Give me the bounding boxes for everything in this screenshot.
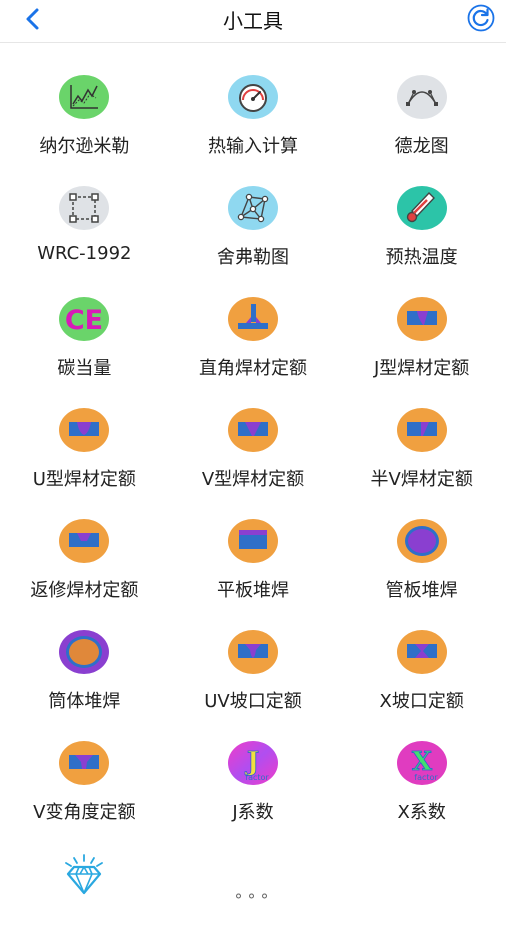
tool-x-factor[interactable]: X factor X系数	[337, 710, 506, 823]
chart-line-icon	[58, 74, 110, 120]
more-tools[interactable]: ∘∘∘	[169, 821, 338, 932]
j-groove-icon	[396, 296, 448, 342]
x-factor-subtext: factor	[414, 773, 438, 782]
half-v-groove-icon	[396, 407, 448, 453]
tool-uv-groove[interactable]: UV坡口定额	[169, 599, 338, 712]
page-title: 小工具	[223, 9, 283, 33]
tool-flat-overlay[interactable]: 平板堆焊	[169, 488, 338, 601]
app-header: 小工具	[0, 0, 506, 43]
tool-label: WRC-1992	[37, 243, 132, 264]
refresh-button[interactable]	[466, 3, 496, 33]
tool-u-groove[interactable]: U型焊材定额	[0, 377, 169, 490]
tool-heat-input[interactable]: 热输入计算	[169, 44, 338, 157]
tubesheet-overlay-icon	[396, 518, 448, 564]
selection-square-icon	[58, 185, 110, 231]
gauge-icon	[227, 74, 279, 120]
tool-v-groove[interactable]: V型焊材定额	[169, 377, 338, 490]
flat-overlay-icon	[227, 518, 279, 564]
tool-tubesheet-overlay[interactable]: 管板堆焊	[337, 488, 506, 601]
x-factor-icon: X factor	[396, 740, 448, 786]
uv-groove-icon	[227, 629, 279, 675]
more-dots: ∘∘∘	[233, 886, 273, 905]
tool-carbon-equivalent[interactable]: CE 碳当量	[0, 266, 169, 379]
refresh-icon	[467, 4, 495, 32]
tool-wrc-1992[interactable]: WRC-1992	[0, 155, 169, 266]
tool-v-angle[interactable]: V变角度定额	[0, 710, 169, 823]
tool-schaeffler[interactable]: 舍弗勒图	[169, 155, 338, 268]
ce-icon-text: CE	[65, 305, 103, 336]
tool-grid: 纳尔逊米勒 热输入计算 德龙图 WRC-1992 舍弗勒图 预热温度 CE 碳当…	[0, 44, 506, 932]
tool-diamond[interactable]	[0, 821, 169, 932]
tool-repair-weld[interactable]: 返修焊材定额	[0, 488, 169, 601]
thermometer-icon	[396, 185, 448, 231]
v-groove-icon	[227, 407, 279, 453]
u-groove-icon	[58, 407, 110, 453]
node-graph-icon	[227, 185, 279, 231]
fillet-weld-icon	[227, 296, 279, 342]
x-groove-icon	[396, 629, 448, 675]
j-factor-subtext: factor	[245, 773, 269, 782]
tool-nelson[interactable]: 纳尔逊米勒	[0, 44, 169, 157]
tool-x-groove[interactable]: X坡口定额	[337, 599, 506, 712]
tool-label: X系数	[397, 802, 446, 823]
tool-cylinder-overlay[interactable]: 筒体堆焊	[0, 599, 169, 712]
tool-preheat[interactable]: 预热温度	[337, 155, 506, 268]
tool-delong[interactable]: 德龙图	[337, 44, 506, 157]
ce-icon: CE	[58, 296, 110, 342]
j-factor-icon: J factor	[227, 740, 279, 786]
tool-j-groove[interactable]: J型焊材定额	[337, 266, 506, 379]
cylinder-overlay-icon	[58, 629, 110, 675]
tool-half-v-groove[interactable]: 半V焊材定额	[337, 377, 506, 490]
repair-weld-icon	[58, 518, 110, 564]
tool-fillet-weld[interactable]: 直角焊材定额	[169, 266, 338, 379]
diamond-icon	[58, 851, 110, 897]
tool-j-factor[interactable]: J factor J系数	[169, 710, 338, 823]
v-angle-groove-icon	[58, 740, 110, 786]
bezier-curve-icon	[396, 74, 448, 120]
